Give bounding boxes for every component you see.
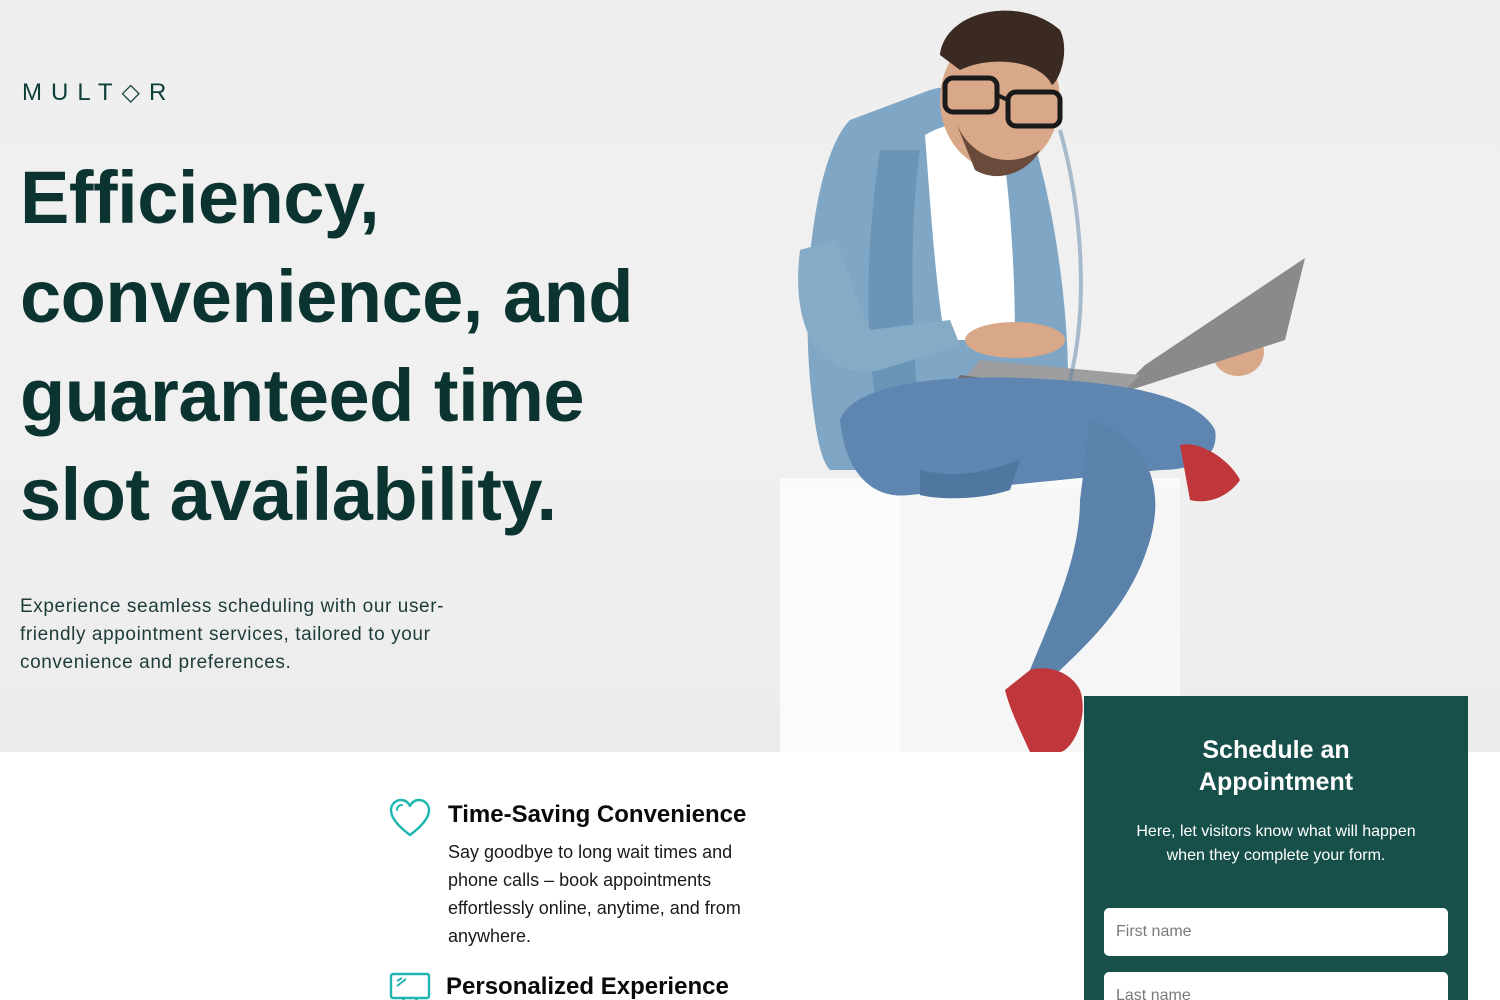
feature-personalized: Personalized Experience: [388, 968, 808, 1000]
hero-section: MULT◇R Efficiency, convenience, and guar…: [0, 0, 1500, 752]
hero-person-image: [780, 10, 1305, 752]
feature-time-saving: Time-Saving Convenience Say goodbye to l…: [388, 796, 808, 950]
last-name-input[interactable]: [1104, 972, 1448, 1000]
form-title: Schedule an Appointment: [1198, 736, 1354, 796]
first-name-input[interactable]: [1104, 908, 1448, 956]
heart-icon: [389, 798, 431, 837]
brand-logo[interactable]: MULT◇R: [22, 78, 175, 107]
feature-title: Personalized Experience: [446, 973, 729, 1000]
feature-description: Say goodbye to long wait times and phone…: [448, 842, 741, 946]
appointment-form: Schedule an Appointment Here, let visito…: [1084, 696, 1468, 1000]
feature-title: Time-Saving Convenience: [448, 801, 747, 828]
hero-headline: Efficiency, convenience, and guaranteed …: [20, 156, 633, 536]
features-list: Time-Saving Convenience Say goodbye to l…: [388, 796, 808, 1000]
hero-subtext: Experience seamless scheduling with our …: [20, 596, 445, 673]
form-description: Here, let visitors know what will happen…: [1136, 823, 1416, 864]
monitor-icon: [389, 972, 431, 1000]
